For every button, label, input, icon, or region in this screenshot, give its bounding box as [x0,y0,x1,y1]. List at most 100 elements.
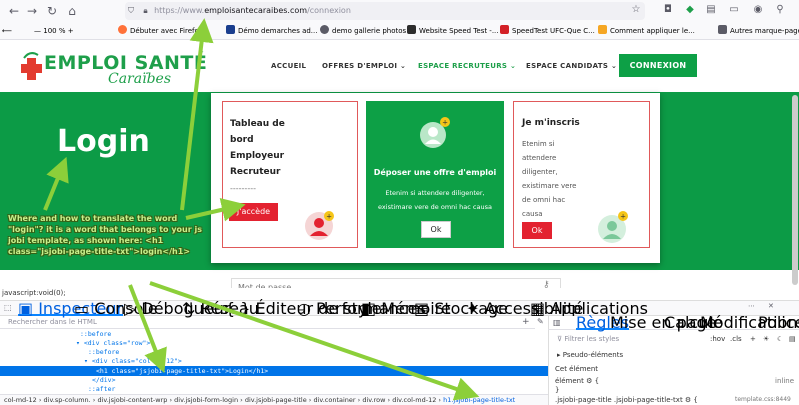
card-dashboard-title-line: Tableau de [230,119,285,129]
site-favicon [598,25,607,34]
annotation-text: Where and how to translate the word "log… [8,214,202,256]
site-favicon [226,25,235,34]
card-dashboard-title-line: Employeur [230,151,285,161]
connexion-button[interactable]: CONNEXION [619,54,697,77]
firefox-icon [118,25,127,34]
menu-accueil[interactable]: ACCUEIL [271,62,306,70]
breadcrumb-item[interactable]: div.jsjobi-content-wrp [97,396,167,404]
add-node-icon[interactable]: + [522,317,530,327]
selected-node[interactable]: <h1 class="jsjobi-page-title-txt">Login<… [0,366,548,376]
account-icon[interactable]: ◉ [752,4,764,16]
code-line[interactable]: </div> [92,376,115,385]
user-illustration-icon: + [302,208,336,242]
breadcrumb-item[interactable]: div.jsjobi-form-login [174,396,238,404]
cls-toggle[interactable]: .cls [730,334,742,344]
code-line[interactable]: ::before [80,330,111,339]
add-rule-icon[interactable]: + [750,334,756,344]
bookmark-star-icon[interactable]: ☆ [630,4,642,16]
devtools-close-icon[interactable]: ✕ [768,302,774,310]
page-scrollbar[interactable] [792,95,798,285]
bookmark-2[interactable]: Démo demarches ad... [226,25,317,37]
code-line[interactable]: ::before [88,348,119,357]
code-line[interactable]: ▾ <div class="col-md-12"> [84,357,182,366]
forward-icon[interactable]: → [24,3,40,19]
lock-icon: 🔒︎ [143,6,148,15]
card-inscription-text-line: diligenter, [522,168,558,176]
reload-icon[interactable]: ↻ [44,3,60,19]
site-favicon [500,25,509,34]
deposer-ok-button[interactable]: Ok [421,221,451,238]
element-rule[interactable]: élément ⚙ { [555,376,599,386]
extension-2-icon[interactable]: ▤ [705,4,717,16]
bookmark-6[interactable]: Comment appliquer le... [598,25,695,37]
menu-offres[interactable]: OFFRES D'EMPLOI ⌄ [322,62,406,70]
breadcrumb-item-current[interactable]: h1.jsjobi-page-title-txt [443,396,515,404]
page-title: Login [57,124,150,159]
logo-cross-icon[interactable] [20,52,44,82]
url-prefix: www. [182,6,205,15]
card-deposer-title: Déposer une offre d'emploi [373,168,497,177]
menu-candidats[interactable]: ESPACE CANDIDATS ⌄ [526,62,617,70]
status-link: javascript:void(0); [2,289,66,297]
svg-text:+: + [620,213,626,221]
url-bar[interactable]: ⛉ 🔒︎ https://www.emploisantecaraibes.com… [125,2,645,20]
selector-rule[interactable]: .jsjobi-page-title .jsjobi-page-title-tx… [555,395,698,405]
card-inscription-text-line: de omni hac [522,196,566,204]
code-line[interactable]: ▾ <div class="row"> [76,339,150,348]
folder-icon [718,25,727,34]
bookmark-other[interactable]: Autres marque-page [718,25,799,37]
breadcrumb-item[interactable]: col-md-12 [0,396,37,404]
tab-polices[interactable]: Polices [758,315,799,331]
filter-styles-input[interactable]: ⊽ Filtrer les styles [557,334,619,344]
extension-icon[interactable]: ◆ [684,4,696,16]
card-inscription-text-line: Etenim si [522,140,555,148]
card-inscription-text-line: causa [522,210,543,218]
devtools-menu-icon[interactable]: ⋯ [748,302,755,310]
extensions-icon[interactable]: ⚲ [774,4,786,16]
bookmark-4[interactable]: Website Speed Test -... [407,25,499,37]
pick-element-icon[interactable]: ⬚ [4,303,12,312]
card-inscription-text: Etenim si attendere diligenter, existima… [522,137,576,221]
zoom-value: 100 % [43,27,66,35]
html-search-input[interactable]: Rechercher dans le HTML [0,316,535,329]
url-host: emploisantecaraibes.com [204,6,308,15]
back-icon[interactable]: ← [6,3,22,19]
globe-icon [320,25,329,34]
breadcrumb: col-md-12 › div.sp-column. › div.jsjobi-… [0,394,548,405]
card-deposer-text-line: existimare vere de omni hac causa [378,203,492,211]
selector-source[interactable]: template.css:8449 [735,395,791,405]
home-icon[interactable]: ⌂ [64,3,80,19]
code-line[interactable]: ::after [88,385,115,394]
zoom-level[interactable]: — 100 % + [34,25,74,37]
hov-toggle[interactable]: :hov [710,334,725,344]
breadcrumb-item[interactable]: div.col-md-12 [392,396,436,404]
menu-recruteurs[interactable]: ESPACE RECRUTEURS ⌄ [418,62,516,70]
bookmark-5[interactable]: SpeedTest UFC-Que C... [500,25,595,37]
code-line-selected[interactable]: <h1 class="jsjobi-page-title-txt">Login<… [96,367,268,376]
extension-3-icon[interactable]: ▭ [728,4,740,16]
eyedropper-icon[interactable]: ✎ [537,317,544,326]
jaccede-button[interactable]: J'accède [229,203,278,221]
breadcrumb-item[interactable]: div.container [313,396,355,404]
light-mode-icon[interactable]: ☀ [763,334,769,344]
logo-sub-text[interactable]: Caraïbes [108,71,171,87]
breadcrumb-item[interactable]: div.row [362,396,385,404]
dark-mode-icon[interactable]: ☾ [777,334,783,344]
breadcrumb-item[interactable]: div.sp-column. [44,396,91,404]
card-dashboard-dashes: --------- [230,184,256,193]
print-icon[interactable]: ▤ [789,334,796,344]
element-rule-source: inline [775,377,795,385]
inscription-ok-button[interactable]: Ok [522,222,552,239]
card-deposer-text: Etenim si attendere diligenter, existima… [366,186,504,214]
card-dashboard-title: Tableau de bord Employeur Recruteur [230,116,285,180]
sidebar-toggle-icon[interactable]: ⟵ [2,25,12,37]
user-illustration-icon: + [594,208,632,246]
pseudo-elements-toggle[interactable]: ▸ Pseudo-éléments [557,350,623,360]
bookmark-1[interactable]: Débuter avec Firefox [118,25,203,37]
panel-layout-icon[interactable]: ▥ [553,318,561,327]
breadcrumb-item[interactable]: div.jsjobi-page-title [245,396,307,404]
zoom-in-icon[interactable]: + [65,27,74,35]
bookmark-3[interactable]: demo gallerie photos [320,25,406,37]
zoom-out-icon[interactable]: — [34,27,43,35]
pocket-icon[interactable]: ◘ [662,4,674,16]
